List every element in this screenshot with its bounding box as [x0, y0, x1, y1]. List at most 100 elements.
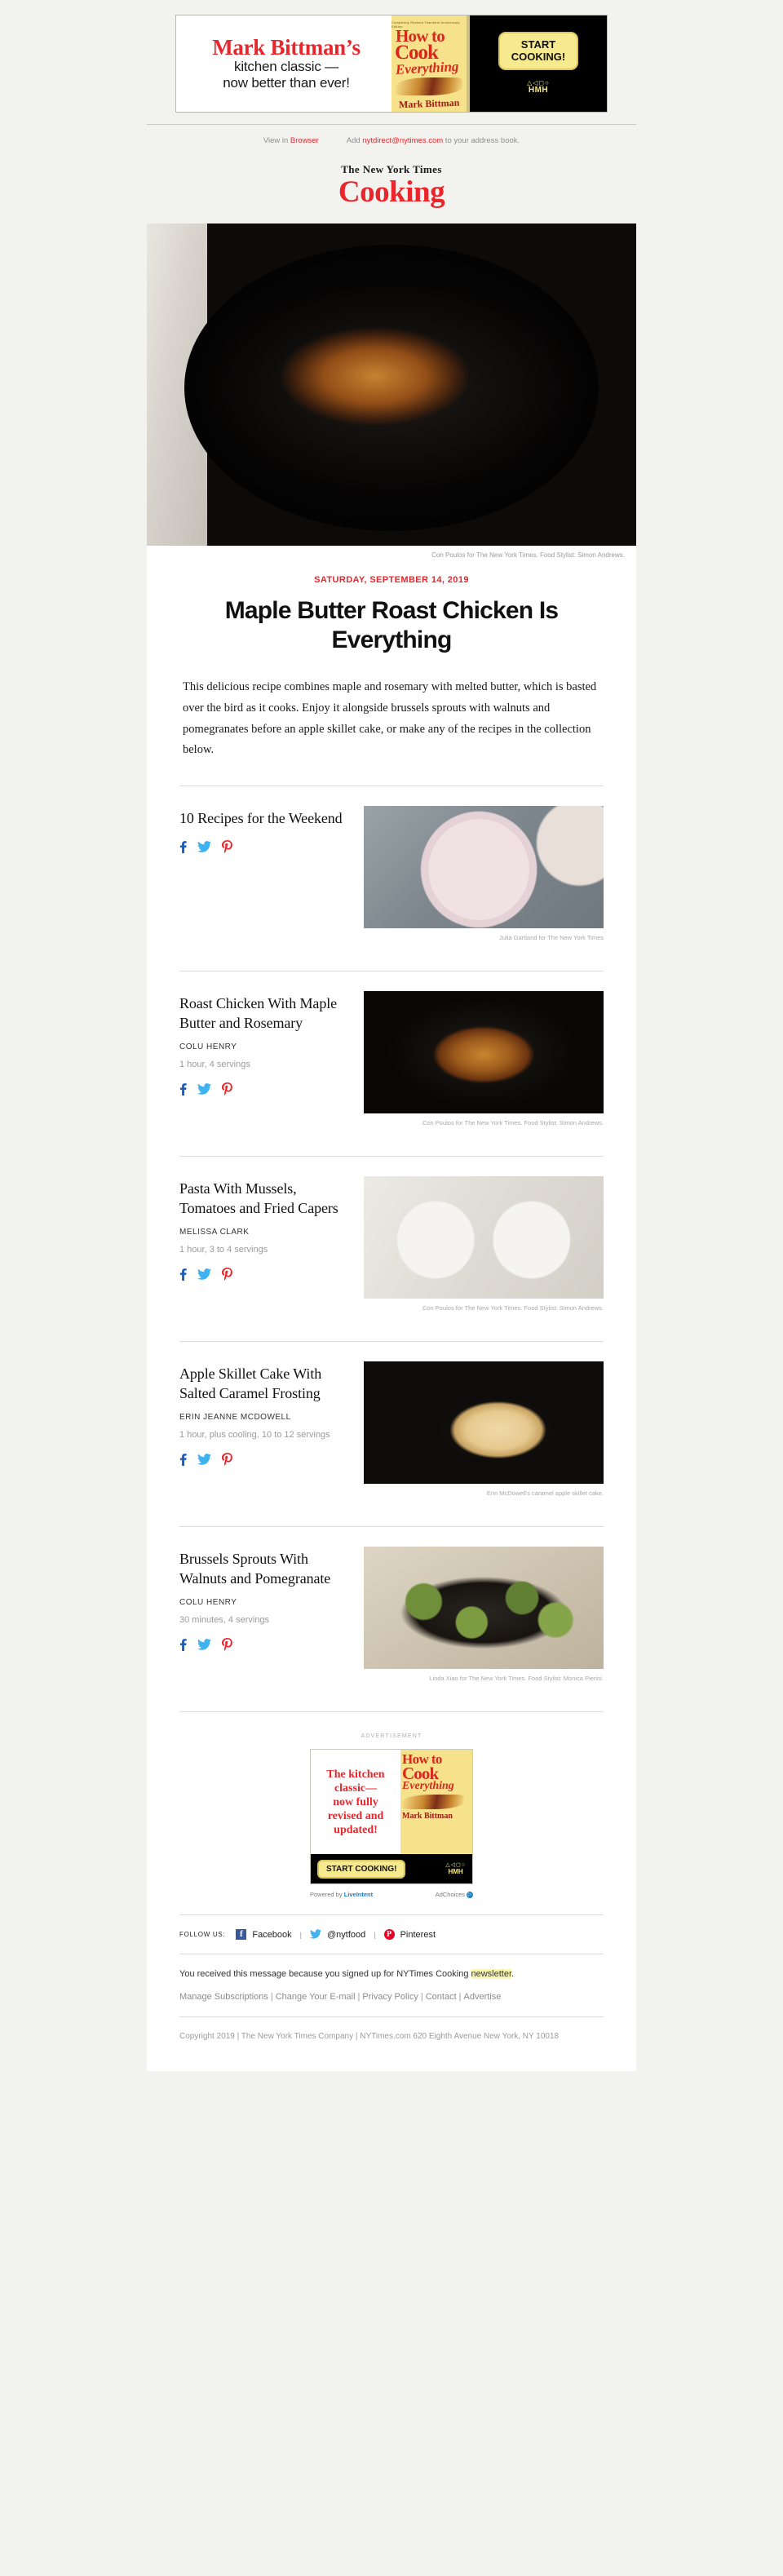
twitter-icon[interactable]: [197, 1268, 211, 1281]
recipe-image-credit: Julia Gartland for The New York Times: [499, 934, 604, 942]
recipe-photo-block: Julia Gartland for The New York Times: [364, 806, 604, 941]
book-author-name: Mark Bittman: [398, 97, 460, 111]
recipe-photo-block: Con Poulos for The New York Times. Food …: [364, 991, 604, 1126]
publisher-logo: △◁◻○ HMH: [527, 79, 550, 95]
masthead[interactable]: The New York Times Cooking: [0, 155, 783, 224]
bottom-start-cooking-button[interactable]: START COOKING!: [317, 1859, 406, 1879]
privacy-policy-link[interactable]: Privacy Policy: [362, 1992, 418, 2002]
bottom-book-author: Mark Bittman: [402, 1812, 453, 1821]
list-item[interactable]: 10 Recipes for the Weekend Julia Gartlan…: [179, 786, 604, 946]
newsletter-link[interactable]: newsletter: [471, 1969, 512, 1980]
facebook-icon[interactable]: [179, 840, 187, 853]
recipe-title[interactable]: 10 Recipes for the Weekend: [179, 809, 349, 828]
follow-us-row: FOLLOW US: f Facebook | @nytfood | P Pin…: [179, 1915, 604, 1954]
article-header: SATURDAY, SEPTEMBER 14, 2019 Maple Butte…: [147, 567, 636, 787]
recipe-meta: 1 hour, 3 to 4 servings: [179, 1245, 268, 1255]
pinterest-icon[interactable]: [222, 839, 232, 853]
recipe-title[interactable]: Roast Chicken With Maple Butter and Rose…: [179, 994, 349, 1033]
twitter-icon[interactable]: [197, 1083, 211, 1095]
list-item[interactable]: Pasta With Mussels, Tomatoes and Fried C…: [179, 1157, 604, 1317]
recipe-photo-block: Erin McDowell's caramel apple skillet ca…: [364, 1361, 604, 1497]
hero-image[interactable]: [147, 223, 636, 546]
pinterest-link[interactable]: Pinterest: [400, 1930, 436, 1940]
bottom-hmh-text: HMH: [448, 1867, 463, 1875]
recipe-image[interactable]: [364, 991, 604, 1114]
email-page: Mark Bittman’s kitchen classic — now bet…: [0, 0, 783, 2096]
footer-links-row: Manage Subscriptions | Change Your E-mail |…: [179, 1992, 604, 2016]
ad-attribution-row: Powered by LiveIntent AdChoices ▷: [310, 1891, 473, 1899]
legal-prefix: You received this message because you si…: [179, 1969, 471, 1980]
bottom-spoon-illustration: [402, 1795, 464, 1810]
recipe-image[interactable]: [364, 1547, 604, 1670]
recipe-author: COLU HENRY: [179, 1042, 237, 1051]
recipe-image-credit: Con Poulos for The New York Times. Food …: [422, 1304, 604, 1312]
divider-pipe: |: [270, 1992, 273, 2003]
contact-link[interactable]: Contact: [426, 1992, 457, 2002]
facebook-link[interactable]: Facebook: [252, 1930, 291, 1940]
twitter-icon[interactable]: [310, 1929, 321, 1940]
recipe-details: Roast Chicken With Maple Butter and Rose…: [179, 991, 349, 1096]
page-tail-spacer: [0, 2071, 783, 2096]
legal-suffix: .: [511, 1969, 515, 1980]
pinterest-icon[interactable]: P: [383, 1929, 395, 1941]
recipe-details: Brussels Sprouts With Walnuts and Pomegr…: [179, 1547, 349, 1652]
recipe-image-credit: Con Poulos for The New York Times. Food …: [422, 1119, 604, 1127]
manage-subscriptions-link[interactable]: Manage Subscriptions: [179, 1992, 268, 2002]
share-row: [179, 839, 349, 853]
facebook-icon[interactable]: [179, 1082, 187, 1096]
share-row: [179, 1453, 349, 1467]
recipe-image[interactable]: [364, 1361, 604, 1485]
twitter-icon[interactable]: [197, 1454, 211, 1466]
twitter-link[interactable]: @nytfood: [327, 1930, 365, 1940]
recipe-title[interactable]: Brussels Sprouts With Walnuts and Pomegr…: [179, 1550, 349, 1588]
bottom-publisher-logo: △◁◻○ HMH: [445, 1862, 466, 1875]
recipe-title[interactable]: Pasta With Mussels, Tomatoes and Fried C…: [179, 1180, 349, 1218]
facebook-icon[interactable]: [179, 1453, 187, 1467]
list-item[interactable]: Brussels Sprouts With Walnuts and Pomegr…: [179, 1527, 604, 1687]
subscription-notice: You received this message because you si…: [179, 1954, 604, 1992]
add-suffix: to your address book.: [443, 136, 520, 145]
advertise-link[interactable]: Advertise: [464, 1992, 502, 2002]
recipe-meta: 1 hour, plus cooling, 10 to 12 servings: [179, 1430, 330, 1440]
list-item[interactable]: Roast Chicken With Maple Butter and Rose…: [179, 972, 604, 1131]
twitter-icon[interactable]: [197, 1639, 211, 1651]
page-title: Maple Butter Roast Chicken Is Everything: [224, 596, 559, 654]
cta-line1: START: [520, 38, 556, 51]
change-email-link[interactable]: Change Your E-mail: [276, 1992, 356, 2002]
recipe-details: Apple Skillet Cake With Salted Caramel F…: [179, 1361, 349, 1467]
add-prefix: Add: [346, 136, 363, 145]
powered-by-label: Powered by: [310, 1891, 343, 1899]
recipe-author: ERIN JEANNE MCDOWELL: [179, 1413, 291, 1422]
recipe-meta: 30 minutes, 4 servings: [179, 1615, 270, 1625]
bottom-banner-ad[interactable]: The kitchen classic— now fully revised a…: [310, 1749, 473, 1885]
bottom-ad-copy: The kitchen classic— now fully revised a…: [311, 1750, 400, 1854]
view-in-browser[interactable]: View in Browser: [263, 136, 319, 145]
facebook-icon[interactable]: f: [236, 1929, 247, 1941]
start-cooking-button[interactable]: START COOKING!: [498, 32, 579, 70]
top-advertisement-region: Mark Bittman’s kitchen classic — now bet…: [0, 0, 783, 124]
pinterest-icon[interactable]: [222, 1638, 232, 1652]
pinterest-icon[interactable]: [222, 1268, 232, 1281]
twitter-icon[interactable]: [197, 840, 211, 852]
share-row: [179, 1268, 349, 1281]
adchoices-block[interactable]: AdChoices ▷: [436, 1891, 473, 1899]
recipe-image[interactable]: [364, 806, 604, 929]
pinterest-icon[interactable]: [222, 1453, 232, 1467]
recipe-details: 10 Recipes for the Weekend: [179, 806, 349, 853]
book-title-everything: Everything: [395, 59, 459, 78]
browser-link[interactable]: Browser: [290, 136, 319, 145]
top-banner-ad[interactable]: Mark Bittman’s kitchen classic — now bet…: [175, 15, 608, 113]
preheader-bar: View in Browser Add nytdirect@nytimes.co…: [147, 125, 636, 155]
list-item[interactable]: Apple Skillet Cake With Salted Caramel F…: [179, 1342, 604, 1502]
add-to-address-book: Add nytdirect@nytimes.com to your addres…: [347, 136, 520, 145]
pinterest-icon[interactable]: [222, 1082, 232, 1096]
nyt-email-link[interactable]: nytdirect@nytimes.com: [362, 136, 443, 145]
recipe-image[interactable]: [364, 1176, 604, 1299]
ad-copy-block: Mark Bittman’s kitchen classic — now bet…: [176, 15, 392, 112]
powered-by-block[interactable]: Powered by LiveIntent: [310, 1891, 373, 1898]
facebook-icon[interactable]: [179, 1268, 187, 1281]
bottom-book-cook: Cook: [402, 1763, 439, 1783]
facebook-icon[interactable]: [179, 1638, 187, 1652]
adchoices-icon[interactable]: ▷: [467, 1892, 473, 1899]
recipe-title[interactable]: Apple Skillet Cake With Salted Caramel F…: [179, 1365, 349, 1403]
